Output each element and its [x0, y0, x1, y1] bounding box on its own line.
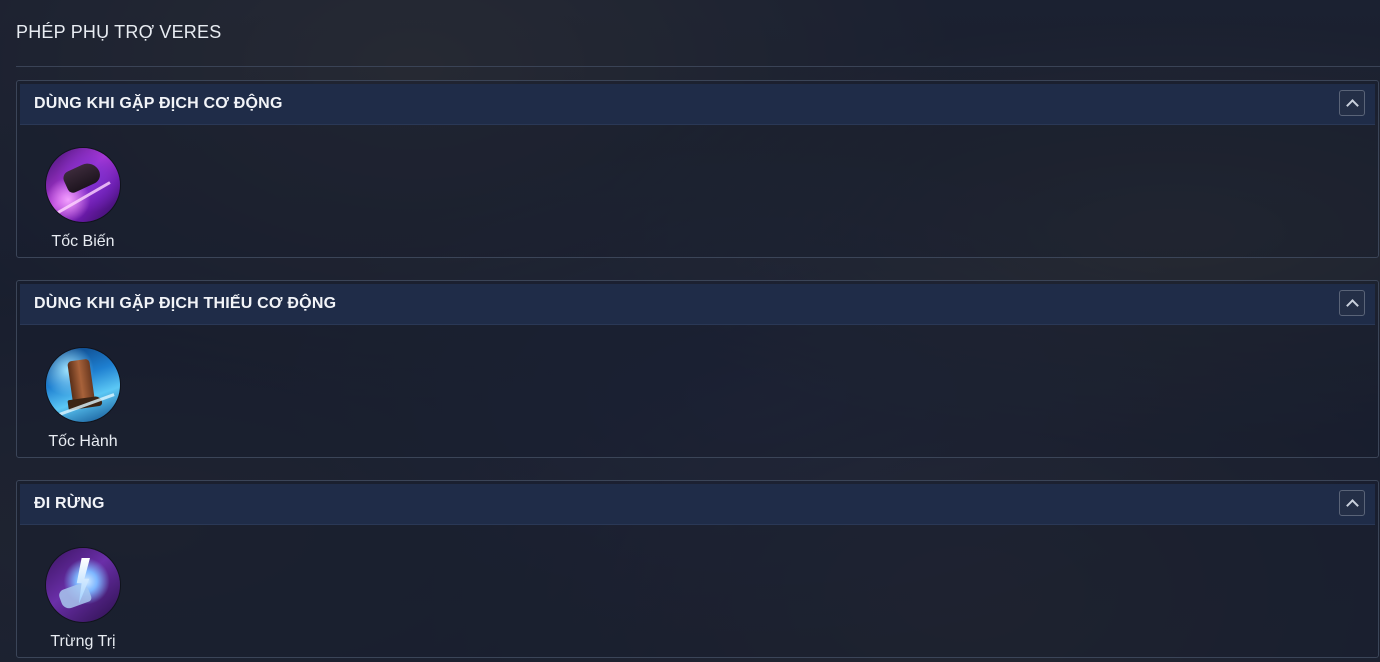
chevron-up-icon [1346, 299, 1359, 312]
section-header[interactable]: ĐI RỪNG [20, 484, 1375, 525]
hand-shape [57, 581, 93, 611]
spell-item-punish[interactable]: Trừng Trị [46, 548, 120, 651]
section-header[interactable]: DÙNG KHI GẶP ĐỊCH THIẾU CƠ ĐỘNG [20, 284, 1375, 325]
chevron-up-icon [1346, 99, 1359, 112]
spell-name: Tốc Biến [51, 233, 115, 250]
collapse-button[interactable] [1339, 490, 1365, 516]
flash-icon[interactable] [46, 148, 120, 222]
page-title: PHÉP PHỤ TRỢ VERES [16, 22, 222, 42]
spell-section-immobile-enemy: DÙNG KHI GẶP ĐỊCH THIẾU CƠ ĐỘNG Tốc Hành [16, 280, 1379, 458]
chevron-up-icon [1346, 499, 1359, 512]
spell-name: Trừng Trị [50, 633, 116, 650]
punish-icon[interactable] [46, 548, 120, 622]
section-title: DÙNG KHI GẶP ĐỊCH THIẾU CƠ ĐỘNG [34, 295, 337, 312]
section-header[interactable]: DÙNG KHI GẶP ĐỊCH CƠ ĐỘNG [20, 84, 1375, 125]
spell-item-speed[interactable]: Tốc Hành [46, 348, 120, 451]
spell-name: Tốc Hành [48, 433, 118, 450]
spell-section-mobile-enemy: DÙNG KHI GẶP ĐỊCH CƠ ĐỘNG Tốc Biến [16, 80, 1379, 258]
section-title: DÙNG KHI GẶP ĐỊCH CƠ ĐỘNG [34, 95, 283, 112]
spell-section-jungle: ĐI RỪNG Trừng Trị [16, 480, 1379, 658]
spell-item-flash[interactable]: Tốc Biến [46, 148, 120, 251]
collapse-button[interactable] [1339, 90, 1365, 116]
section-title: ĐI RỪNG [34, 495, 105, 512]
title-divider [16, 66, 1380, 67]
spells-page: PHÉP PHỤ TRỢ VERES DÙNG KHI GẶP ĐỊCH CƠ … [0, 0, 1380, 662]
speed-boots-icon[interactable] [46, 348, 120, 422]
collapse-button[interactable] [1339, 290, 1365, 316]
